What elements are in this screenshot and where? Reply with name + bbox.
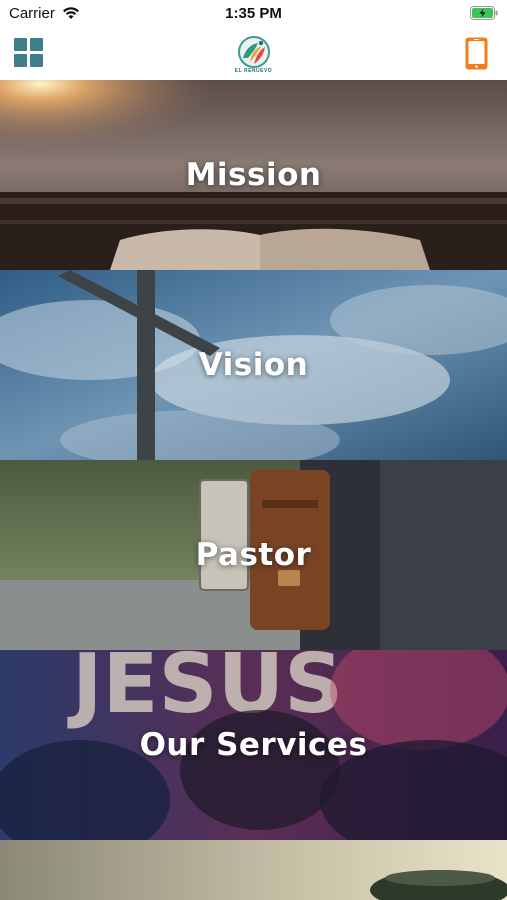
battery-charging-icon [470,6,498,20]
tile-next-label [0,840,507,900]
tile-mission-label: Mission [185,157,322,193]
tile-mission[interactable]: Mission [0,80,507,270]
grid-menu-button[interactable] [14,38,44,68]
tile-pastor[interactable]: Pastor [0,460,507,650]
tile-vision-label: Vision [198,347,309,383]
smartphone-icon[interactable] [464,36,489,71]
grid-menu-icon-cell [30,38,43,51]
tile-our-services-label: Our Services [139,727,368,763]
grid-menu-icon-cell [14,54,27,67]
logo-caption: EL RENUEVO [234,68,273,74]
tile-pastor-label: Pastor [195,537,312,573]
grid-menu-icon [14,38,27,51]
tile-vision[interactable]: Vision [0,270,507,460]
clock: 1:35 PM [225,5,282,22]
tile-next[interactable] [0,840,507,900]
tile-our-services[interactable]: JESUS Our Services [0,650,507,840]
grid-menu-icon-cell [30,54,43,67]
top-nav-bar: EL RENUEVO [0,28,507,81]
status-bar: Carrier 1:35 PM [0,0,507,28]
